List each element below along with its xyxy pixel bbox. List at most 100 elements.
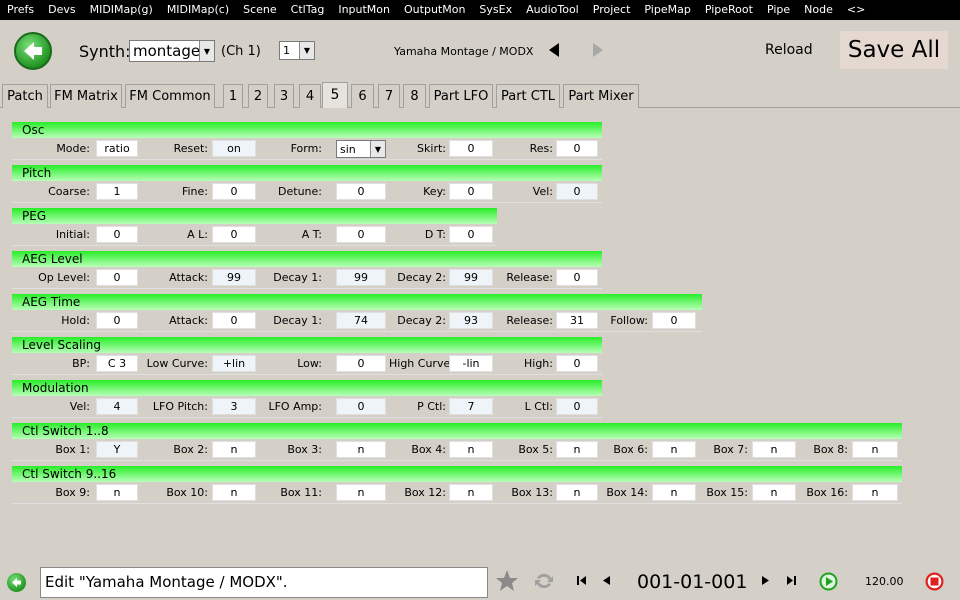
field-res[interactable]: 0 bbox=[556, 140, 598, 157]
tab-part-ctl[interactable]: Part CTL bbox=[496, 84, 560, 108]
tab-bar: Patch FM Matrix FM Common 1 2 3 4 5 6 7 8 Part LFO P… bbox=[0, 82, 960, 108]
reload-button[interactable]: Reload bbox=[765, 42, 813, 58]
save-all-button[interactable]: Save All bbox=[840, 31, 948, 69]
field-label-box-8: Box 8: bbox=[813, 443, 848, 456]
tab-part-mixer[interactable]: Part Mixer bbox=[563, 84, 639, 108]
tab-patch[interactable]: Patch bbox=[2, 84, 48, 108]
play-icon[interactable] bbox=[819, 572, 838, 591]
section-body-ctl-switch-9-16: Box 9: n Box 10: n Box 11: n Box 12: n Box 13: n B… bbox=[12, 482, 902, 504]
menu-item-prefs[interactable]: Prefs bbox=[0, 0, 41, 20]
star-icon[interactable] bbox=[495, 569, 519, 593]
field-low-curve[interactable]: +lin bbox=[212, 355, 256, 372]
menu-item-outputmon[interactable]: OutputMon bbox=[397, 0, 472, 20]
field-coarse[interactable]: 1 bbox=[96, 183, 138, 200]
field-label-decay-2: Decay 2: bbox=[397, 314, 446, 327]
field-box-16[interactable]: n bbox=[852, 484, 898, 501]
tab-3[interactable]: 3 bbox=[274, 84, 294, 108]
field-decay-1[interactable]: 74 bbox=[336, 312, 386, 329]
field-reset[interactable]: on bbox=[212, 140, 256, 157]
menu-item-pipe[interactable]: Pipe bbox=[760, 0, 797, 20]
field-box-10[interactable]: n bbox=[212, 484, 256, 501]
menu-item-sysex[interactable]: SysEx bbox=[472, 0, 519, 20]
tab-5[interactable]: 5 bbox=[322, 82, 348, 108]
field-mode[interactable]: ratio bbox=[96, 140, 138, 157]
field-attack[interactable]: 99 bbox=[212, 269, 256, 286]
synth-select[interactable]: montage ▼ bbox=[129, 40, 215, 62]
tab-2[interactable]: 2 bbox=[248, 84, 268, 108]
menu-item-audiotool[interactable]: AudioTool bbox=[519, 0, 586, 20]
field-lfo-amp[interactable]: 0 bbox=[336, 398, 386, 415]
field-box-3[interactable]: n bbox=[336, 441, 386, 458]
field-a-l[interactable]: 0 bbox=[212, 226, 256, 243]
field-detune[interactable]: 0 bbox=[336, 183, 386, 200]
field-d-t[interactable]: 0 bbox=[449, 226, 493, 243]
field-a-t[interactable]: 0 bbox=[336, 226, 386, 243]
part-select[interactable]: 1 ▼ bbox=[279, 41, 315, 60]
field-hold[interactable]: 0 bbox=[96, 312, 138, 329]
step-back-icon[interactable] bbox=[603, 576, 610, 585]
tab-part-lfo[interactable]: Part LFO bbox=[429, 84, 493, 108]
field-decay-1[interactable]: 99 bbox=[336, 269, 386, 286]
menu-item-ctltag[interactable]: CtlTag bbox=[284, 0, 332, 20]
menu-item-midimap-c[interactable]: MIDIMap(c) bbox=[160, 0, 236, 20]
tab-8[interactable]: 8 bbox=[403, 84, 426, 108]
field-vel[interactable]: 4 bbox=[96, 398, 138, 415]
field-release[interactable]: 0 bbox=[556, 269, 598, 286]
field-high[interactable]: 0 bbox=[556, 355, 598, 372]
field-label-skirt: Skirt: bbox=[417, 142, 446, 155]
back-button[interactable] bbox=[14, 32, 52, 70]
field-low[interactable]: 0 bbox=[336, 355, 386, 372]
menu-item-overflow[interactable]: <> bbox=[840, 0, 872, 20]
device-title: Yamaha Montage / MODX bbox=[394, 45, 534, 58]
step-forward-icon[interactable] bbox=[762, 576, 769, 585]
field-label-decay-1: Decay 1: bbox=[273, 314, 322, 327]
field-box-1[interactable]: Y bbox=[96, 441, 138, 458]
skip-first-icon[interactable] bbox=[577, 576, 586, 585]
field-box-2[interactable]: n bbox=[212, 441, 256, 458]
field-vel[interactable]: 0 bbox=[556, 183, 598, 200]
menu-item-node[interactable]: Node bbox=[797, 0, 840, 20]
triangle-left-icon[interactable] bbox=[548, 42, 560, 58]
tempo-value: 120.00 bbox=[865, 575, 904, 588]
section-body-modulation: Vel: 4 LFO Pitch: 3 LFO Amp: 0 P Ctl: 7 L Ctl: 0 bbox=[12, 396, 602, 418]
field-label-release: Release: bbox=[506, 314, 553, 327]
field-label-attack: Attack: bbox=[169, 271, 208, 284]
field-follow[interactable]: 0 bbox=[652, 312, 696, 329]
field-label-lfo-amp: LFO Amp: bbox=[268, 400, 322, 413]
field-initial[interactable]: 0 bbox=[96, 226, 138, 243]
field-box-9[interactable]: n bbox=[96, 484, 138, 501]
field-op-level[interactable]: 0 bbox=[96, 269, 138, 286]
menu-item-pipemap[interactable]: PipeMap bbox=[637, 0, 697, 20]
select-form[interactable]: sin ▼ bbox=[336, 140, 386, 158]
field-attack[interactable]: 0 bbox=[212, 312, 256, 329]
tab-4[interactable]: 4 bbox=[299, 84, 321, 108]
field-box-8[interactable]: n bbox=[852, 441, 898, 458]
status-back-button[interactable] bbox=[7, 573, 26, 592]
tab-1[interactable]: 1 bbox=[223, 84, 243, 108]
tab-7[interactable]: 7 bbox=[378, 84, 400, 108]
field-fine[interactable]: 0 bbox=[212, 183, 256, 200]
field-bp[interactable]: C 3 bbox=[96, 355, 138, 372]
menu-item-inputmon[interactable]: InputMon bbox=[331, 0, 397, 20]
triangle-right-icon[interactable] bbox=[592, 42, 604, 58]
tab-6[interactable]: 6 bbox=[351, 84, 374, 108]
chevron-down-icon: ▼ bbox=[370, 141, 385, 157]
menu-item-midimap-g[interactable]: MIDIMap(g) bbox=[83, 0, 160, 20]
menu-item-devs[interactable]: Devs bbox=[41, 0, 82, 20]
field-lfo-pitch[interactable]: 3 bbox=[212, 398, 256, 415]
skip-last-icon[interactable] bbox=[787, 576, 796, 585]
menu-item-project[interactable]: Project bbox=[586, 0, 638, 20]
menu-item-scene[interactable]: Scene bbox=[236, 0, 284, 20]
field-label-box-3: Box 3: bbox=[287, 443, 322, 456]
section-header-modulation: Modulation bbox=[12, 380, 602, 396]
field-l-ctl[interactable]: 0 bbox=[556, 398, 598, 415]
tab-fm-matrix[interactable]: FM Matrix bbox=[50, 84, 122, 108]
field-label-low: Low: bbox=[297, 357, 322, 370]
field-label-box-11: Box 11: bbox=[280, 486, 322, 499]
field-box-11[interactable]: n bbox=[336, 484, 386, 501]
menu-item-piperoot[interactable]: PipeRoot bbox=[698, 0, 760, 20]
sync-icon[interactable] bbox=[533, 570, 555, 592]
field-label-attack: Attack: bbox=[169, 314, 208, 327]
stop-icon[interactable] bbox=[925, 572, 944, 591]
tab-fm-common[interactable]: FM Common bbox=[125, 84, 215, 108]
